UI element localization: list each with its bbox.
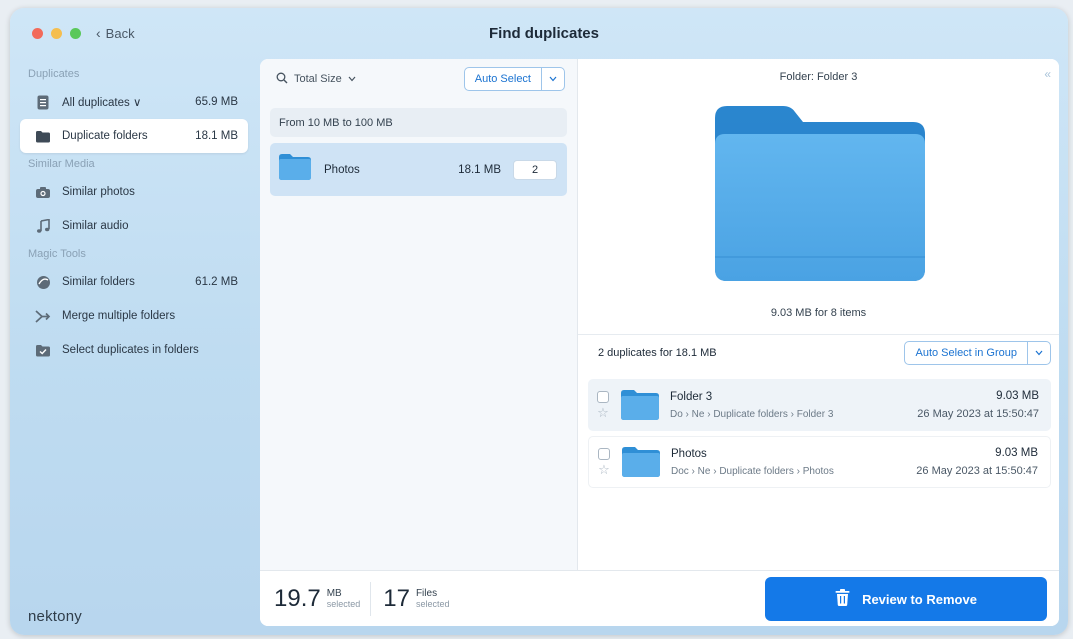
chevron-down-icon[interactable] xyxy=(542,76,564,82)
chevron-down-icon xyxy=(348,73,356,85)
selected-size-value: 19.7 xyxy=(274,584,321,612)
sidebar-item-label: Similar photos xyxy=(62,186,135,198)
auto-select-in-group-label[interactable]: Auto Select in Group xyxy=(905,342,1028,364)
sidebar-item-label: Merge multiple folders xyxy=(62,310,176,322)
duplicate-info: Photos Doc › Ne › Duplicate folders › Ph… xyxy=(671,448,916,477)
similar-folders-icon xyxy=(34,273,52,291)
duplicates-list: 2 duplicates for 18.1 MB Auto Select in … xyxy=(578,334,1059,570)
sidebar-item-merge-folders[interactable]: Merge multiple folders xyxy=(20,299,248,333)
duplicate-count-badge: 2 xyxy=(513,159,557,180)
selected-size-sub: selected xyxy=(326,598,361,609)
row-controls: ☆ xyxy=(596,391,610,419)
auto-select-button[interactable]: Auto Select xyxy=(463,67,565,91)
duplicate-row[interactable]: ☆ Folder 3 Do › Ne › Duplicate folders ›… xyxy=(588,379,1051,431)
sidebar: Duplicates All duplicates ∨ 65.9 MB Dupl… xyxy=(10,63,258,635)
duplicate-name: Photos xyxy=(671,447,707,460)
selected-files-value: 17 xyxy=(383,584,410,612)
sidebar-item-size: 65.9 MB xyxy=(195,96,238,108)
size-group-header: From 10 MB to 100 MB xyxy=(270,108,567,137)
duplicate-size: 9.03 MB xyxy=(995,447,1038,459)
sort-dropdown[interactable]: Total Size xyxy=(276,72,356,87)
camera-icon xyxy=(34,183,52,201)
brand-logo: nektony xyxy=(28,608,82,625)
search-icon xyxy=(276,72,288,87)
sidebar-item-duplicate-folders[interactable]: Duplicate folders 18.1 MB xyxy=(20,119,248,153)
document-icon xyxy=(34,93,52,111)
row-controls: ☆ xyxy=(597,448,611,476)
selected-files-unit: Files xyxy=(415,587,438,599)
sidebar-item-label: Duplicate folders xyxy=(62,130,148,142)
review-to-remove-label: Review to Remove xyxy=(862,591,977,607)
sidebar-item-label: Select duplicates in folders xyxy=(62,344,199,356)
folder-icon xyxy=(278,153,312,186)
star-icon[interactable]: ☆ xyxy=(598,463,610,476)
merge-icon xyxy=(34,307,52,325)
list-toolbar: Total Size Auto Select xyxy=(260,59,577,99)
preview-title: Folder: Folder 3 xyxy=(779,71,858,83)
folder-name: Photos xyxy=(324,163,360,176)
selected-files-stat: 17 Files selected xyxy=(383,585,449,613)
duplicate-path: Doc › Ne › Duplicate folders › Photos xyxy=(671,465,834,477)
sidebar-item-all-duplicates[interactable]: All duplicates ∨ 65.9 MB xyxy=(20,85,248,119)
selected-size-unit: MB xyxy=(326,587,342,599)
select-checkbox[interactable] xyxy=(597,391,609,403)
duplicate-meta: 9.03 MB 26 May 2023 at 15:50:47 xyxy=(916,447,1050,477)
folder-check-icon xyxy=(34,341,52,359)
sidebar-section-magic-tools: Magic Tools xyxy=(28,248,86,260)
footer-bar: 19.7 MB selected 17 Files selected Revie… xyxy=(260,570,1059,626)
sidebar-item-size: 18.1 MB xyxy=(195,130,238,142)
duplicate-size: 9.03 MB xyxy=(996,390,1039,402)
sidebar-item-label: All duplicates ∨ xyxy=(62,97,142,109)
folder-icon xyxy=(34,127,52,145)
chevron-down-icon[interactable] xyxy=(1028,350,1050,356)
duplicate-row[interactable]: ☆ Photos Doc › Ne › Duplicate folders › … xyxy=(588,436,1051,488)
sidebar-section-similar-media: Similar Media xyxy=(28,158,95,170)
sort-label: Total Size xyxy=(294,73,342,85)
selected-size-stat: 19.7 MB selected xyxy=(274,585,360,613)
music-note-icon xyxy=(34,217,52,235)
duplicates-summary: 2 duplicates for 18.1 MB xyxy=(598,347,717,359)
selected-files-sub: selected xyxy=(415,598,450,609)
sidebar-item-similar-folders[interactable]: Similar folders 61.2 MB xyxy=(20,265,248,299)
auto-select-label[interactable]: Auto Select xyxy=(465,68,542,90)
duplicate-path: Do › Ne › Duplicate folders › Folder 3 xyxy=(670,408,834,420)
trash-icon xyxy=(835,589,850,609)
auto-select-in-group-button[interactable]: Auto Select in Group xyxy=(904,341,1051,365)
duplicates-header: 2 duplicates for 18.1 MB Auto Select in … xyxy=(578,335,1059,371)
folder-preview-icon xyxy=(713,104,928,284)
duplicate-info: Folder 3 Do › Ne › Duplicate folders › F… xyxy=(670,391,917,420)
groups-column: Total Size Auto Select From 10 MB to 100… xyxy=(260,59,578,570)
star-icon[interactable]: ☆ xyxy=(597,406,609,419)
window-title: Find duplicates xyxy=(488,25,599,42)
collapse-icon[interactable]: « xyxy=(1044,67,1051,81)
folder-icon xyxy=(621,446,661,478)
duplicate-date: 26 May 2023 at 15:50:47 xyxy=(917,408,1039,420)
folder-icon xyxy=(620,389,660,421)
preview-info: 9.03 MB for 8 items xyxy=(770,307,867,319)
footer-divider xyxy=(370,581,372,616)
sidebar-item-label: Similar folders xyxy=(62,276,135,288)
duplicate-meta: 9.03 MB 26 May 2023 at 15:50:47 xyxy=(917,390,1051,420)
duplicate-name: Folder 3 xyxy=(670,390,713,403)
details-column: Folder: Folder 3 « 9.03 MB for 8 items 2… xyxy=(578,59,1059,570)
duplicate-date: 26 May 2023 at 15:50:47 xyxy=(916,465,1038,477)
app-window: ‹ Back Find duplicates Duplicates All du… xyxy=(10,8,1068,635)
folder-size: 18.1 MB xyxy=(458,163,501,176)
sidebar-item-select-duplicates-in-folders[interactable]: Select duplicates in folders xyxy=(20,333,248,367)
main-panel: Total Size Auto Select From 10 MB to 100… xyxy=(260,59,1059,626)
selected-size-units: MB selected xyxy=(326,587,361,609)
sidebar-section-duplicates: Duplicates xyxy=(28,68,80,80)
sidebar-item-similar-photos[interactable]: Similar photos xyxy=(20,175,248,209)
sidebar-item-size: 61.2 MB xyxy=(195,276,238,288)
review-to-remove-button[interactable]: Review to Remove xyxy=(765,577,1047,621)
select-checkbox[interactable] xyxy=(598,448,610,460)
list-item[interactable]: Photos 18.1 MB 2 xyxy=(270,143,567,196)
sidebar-item-similar-audio[interactable]: Similar audio xyxy=(20,209,248,243)
sidebar-item-label: Similar audio xyxy=(62,220,129,232)
selected-files-units: Files selected xyxy=(415,587,450,609)
